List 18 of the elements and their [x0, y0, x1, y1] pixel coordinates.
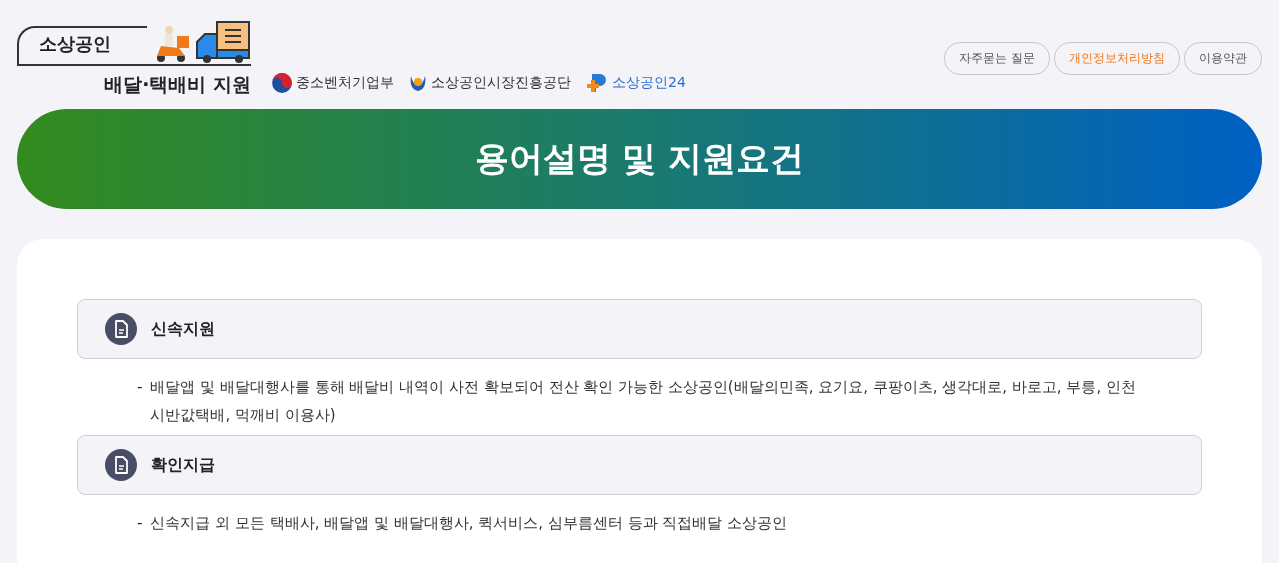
bullet-dash: -: [137, 513, 143, 534]
emblem-icon: [271, 72, 293, 94]
document-icon: [105, 449, 137, 481]
document-icon: [105, 313, 137, 345]
agency-name: 소상공인24: [612, 74, 686, 92]
agency-name: 소상공인시장진흥공단: [431, 74, 571, 92]
plus-p-icon: [585, 72, 609, 94]
page-title: 용어설명 및 지원요건: [474, 137, 805, 180]
description-text: 신속지급 외 모든 택배사, 배달앱 및 배달대행사, 퀵서비스, 심부름센터 등과 직접배달 소상공인: [150, 513, 788, 534]
agency-name: 중소벤처기업부: [296, 74, 394, 92]
logo-title: 배달·택배비 지원: [104, 72, 251, 97]
description-text: 배달앱 및 배달대행사를 통해 배달비 내역이 사전 확보되어 전산 확인 가능한 소상공인(배달의민족, 요기요, 쿠팡이츠, 생각대로, 바로고, 부릉, 인천시반값택배, 먹깨비 이용사): [150, 377, 1137, 426]
bullet-dash: -: [137, 377, 143, 398]
header-link[interactable]: 자주묻는 질문: [944, 42, 1050, 75]
logo-badge: 소상공인: [17, 26, 147, 64]
section-title: 확인지급: [151, 454, 215, 476]
section-title: 신속지원: [151, 318, 215, 340]
header-link[interactable]: 이용약관: [1184, 42, 1262, 75]
